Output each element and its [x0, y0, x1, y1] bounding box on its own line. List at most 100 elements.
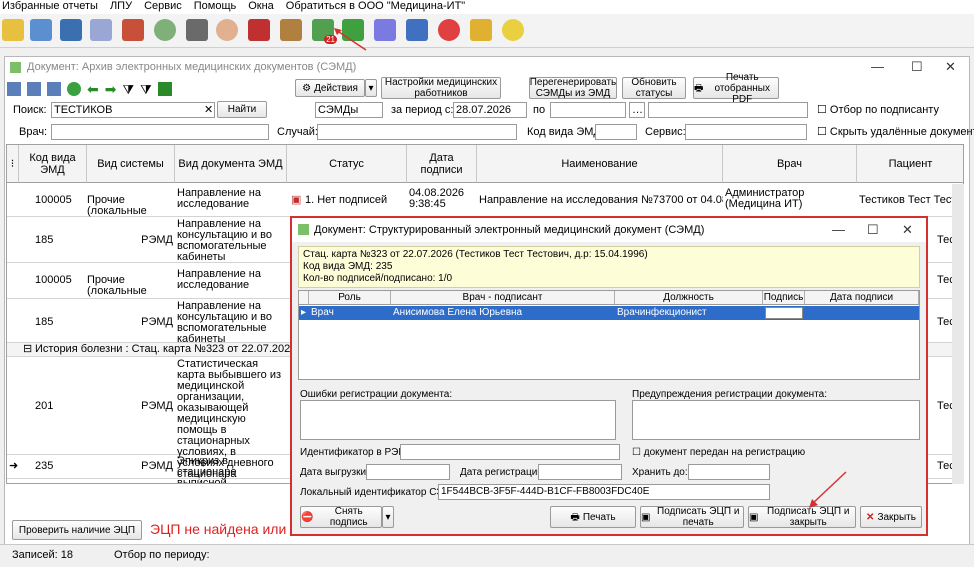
- dialog-minimize-button[interactable]: —: [832, 218, 845, 242]
- col-system[interactable]: Вид системы: [87, 145, 175, 183]
- books-icon[interactable]: [122, 19, 144, 41]
- add-record-icon[interactable]: [374, 19, 396, 41]
- sg-col-date[interactable]: Дата подписи: [805, 291, 919, 305]
- type-select[interactable]: СЭМДы: [315, 102, 383, 118]
- actions-dropdown[interactable]: ▾: [365, 79, 377, 97]
- menu-contact[interactable]: Обратиться в ООО "Медицина-ИТ": [286, 0, 465, 14]
- regen-button[interactable]: Перегенерировать СЭМДы из ЭМД: [529, 77, 617, 99]
- settings-button[interactable]: Настройки медицинских работников: [381, 77, 501, 99]
- sign-icon: ▣: [641, 511, 651, 523]
- sg-col-position[interactable]: Должность: [615, 291, 763, 305]
- actions-button[interactable]: ⚙ Действия: [295, 79, 365, 97]
- dialog-close-button[interactable]: ✕: [902, 218, 913, 242]
- lock-icon[interactable]: [470, 19, 492, 41]
- maximize-button[interactable]: ☐: [911, 57, 923, 77]
- local-id-input[interactable]: 1F544BCB-3F5F-444D-B1CF-FB8003FDC40E: [438, 484, 770, 500]
- table-row[interactable]: 100005 Прочие (локальные Направление на …: [7, 183, 963, 217]
- book-icon[interactable]: [248, 19, 270, 41]
- user-icon[interactable]: [216, 19, 238, 41]
- signer-row[interactable]: ▸ Врач Анисимова Елена Юрьевна Врачинфек…: [299, 306, 919, 320]
- menu-help[interactable]: Помощь: [194, 0, 237, 14]
- check-ecp-label: Проверить наличие ЭЦП: [18, 524, 136, 536]
- find-button[interactable]: Найти: [217, 101, 267, 118]
- sg-col-sign[interactable]: Подпись: [763, 291, 805, 305]
- reg-date-input[interactable]: [538, 464, 622, 480]
- filter-icon[interactable]: ⧩: [122, 83, 134, 96]
- service-select[interactable]: [685, 124, 807, 140]
- dialog-maximize-button[interactable]: ☐: [867, 218, 879, 242]
- table-icon[interactable]: [406, 19, 428, 41]
- warnings-textarea[interactable]: [632, 400, 920, 440]
- toolbar-icon[interactable]: [7, 82, 21, 96]
- calendar-icon[interactable]: [90, 19, 112, 41]
- export-date-input[interactable]: [366, 464, 450, 480]
- emd-kind-label: Код вида ЭМД:: [527, 126, 604, 138]
- col-doc-kind[interactable]: Вид документа ЭМД: [175, 145, 287, 183]
- col-patient[interactable]: Пациент: [857, 145, 963, 183]
- export-date-label: Дата выгрузки:: [300, 467, 369, 478]
- toolbar-icon[interactable]: [47, 82, 61, 96]
- remove-sign-dropdown[interactable]: ▾: [382, 506, 394, 528]
- check-ecp-button[interactable]: Проверить наличие ЭЦП: [12, 520, 142, 540]
- doctor-label: Врач:: [19, 126, 48, 138]
- refresh-icon[interactable]: [67, 82, 81, 96]
- excel-icon[interactable]: [157, 82, 172, 96]
- sg-col-role[interactable]: Роль: [309, 291, 391, 305]
- grid-scrollbar[interactable]: [952, 184, 964, 484]
- filter-clear-icon[interactable]: ⧩: [140, 83, 152, 96]
- find-label: Найти: [227, 104, 257, 115]
- remd-id-input[interactable]: [400, 444, 620, 460]
- print-button[interactable]: 🖶 Печать: [550, 506, 636, 528]
- errors-textarea[interactable]: [300, 400, 616, 440]
- lifebuoy-icon[interactable]: [438, 19, 460, 41]
- emd-kind-input[interactable]: [595, 124, 637, 140]
- minimize-button[interactable]: —: [871, 57, 884, 77]
- menu-windows[interactable]: Окна: [248, 0, 274, 14]
- menu-lpu[interactable]: ЛПУ: [110, 0, 132, 14]
- date-picker-button[interactable]: …: [629, 102, 645, 118]
- stop-icon: ⛔: [301, 511, 314, 523]
- phone-icon[interactable]: [186, 19, 208, 41]
- pen-icon[interactable]: [30, 19, 52, 41]
- col-doctor[interactable]: Врач: [723, 145, 857, 183]
- collapse-icon[interactable]: ⊟: [23, 344, 32, 355]
- close-window-button[interactable]: ✕: [945, 57, 956, 77]
- toolbar-icon[interactable]: [27, 82, 41, 96]
- sign-print-button[interactable]: ▣ Подписать ЭЦП и печать: [640, 506, 744, 528]
- case-input[interactable]: [317, 124, 517, 140]
- hide-deleted-checkbox[interactable]: ☐ Скрыть удалённые документы: [817, 125, 974, 139]
- col-status[interactable]: Статус: [287, 145, 407, 183]
- remd-id-label: Идентификатор в РЭМД:: [300, 447, 417, 458]
- signer-filter-checkbox[interactable]: ☐ Отбор по подписанту: [817, 103, 939, 117]
- clear-search-icon[interactable]: ✕: [204, 103, 213, 117]
- doctor-input[interactable]: [51, 124, 269, 140]
- globe-icon[interactable]: [154, 19, 176, 41]
- sent-checkbox[interactable]: ☐ документ передан на регистрацию: [632, 446, 805, 460]
- refresh-statuses-button[interactable]: Обновить статусы: [622, 77, 686, 99]
- close-button[interactable]: ✕ Закрыть: [860, 506, 922, 528]
- cell-doc: Эпикриз в стационаре выписной: [177, 456, 237, 484]
- notepad-icon[interactable]: [2, 19, 24, 41]
- search-input[interactable]: ТЕСТИКОВ: [51, 102, 215, 118]
- remove-sign-label: Снять подпись: [329, 506, 368, 528]
- sg-col-doctor[interactable]: Врач - подписант: [391, 291, 615, 305]
- extra-select[interactable]: [648, 102, 808, 118]
- date-from-input[interactable]: 28.07.2026: [453, 102, 527, 118]
- col-name[interactable]: Наименование: [477, 145, 723, 183]
- keep-until-input[interactable]: [688, 464, 770, 480]
- remove-sign-button[interactable]: ⛔ Снять подпись: [300, 506, 382, 528]
- col-date[interactable]: Дата подписи: [407, 145, 477, 183]
- arrow-right-icon[interactable]: ➡: [105, 82, 117, 96]
- arrow-left-icon[interactable]: ⬅: [87, 82, 99, 96]
- menu-favorites[interactable]: Избранные отчеты: [2, 0, 98, 14]
- cards-icon[interactable]: [60, 19, 82, 41]
- print-pdf-button[interactable]: 🖶 Печать отобранных PDF: [693, 72, 779, 105]
- sign-cell[interactable]: [765, 307, 803, 319]
- date-to-input[interactable]: [550, 102, 626, 118]
- col-code[interactable]: Код вида ЭМД: [19, 145, 87, 183]
- menu-service[interactable]: Сервис: [144, 0, 182, 14]
- archive-icon[interactable]: [280, 19, 302, 41]
- chat-icon[interactable]: [502, 19, 524, 41]
- dialog-title: Документ: Структурированный электронный …: [292, 218, 926, 242]
- settings-label: Настройки медицинских работников: [384, 77, 498, 99]
